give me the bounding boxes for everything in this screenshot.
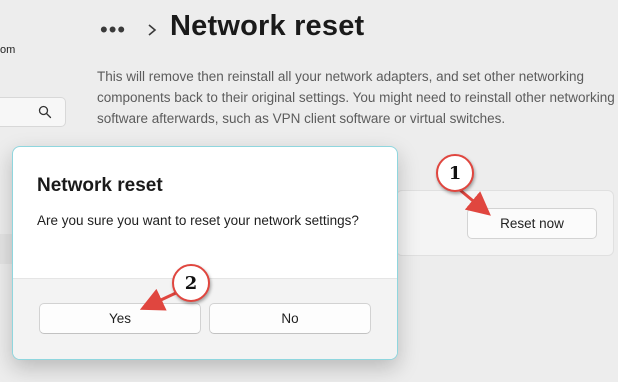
confirm-dialog: Network reset Are you sure you want to r…	[12, 146, 398, 360]
search-icon	[38, 105, 52, 119]
breadcrumb: •••	[100, 12, 158, 48]
reset-now-button[interactable]: Reset now	[467, 208, 597, 239]
dialog-title: Network reset	[37, 175, 163, 196]
account-email-fragment: om	[0, 44, 16, 56]
page-title: Network reset	[170, 10, 365, 42]
yes-button[interactable]: Yes	[39, 303, 201, 334]
chevron-right-icon	[148, 24, 157, 36]
annotation-marker-2: 2	[172, 264, 210, 302]
more-options-icon[interactable]: •••	[100, 17, 130, 43]
annotation-marker-1: 1	[436, 154, 474, 192]
search-input[interactable]	[0, 97, 66, 127]
dialog-message: Are you sure you want to reset your netw…	[37, 213, 359, 228]
page-description: This will remove then reinstall all your…	[97, 69, 615, 126]
no-button[interactable]: No	[209, 303, 371, 334]
